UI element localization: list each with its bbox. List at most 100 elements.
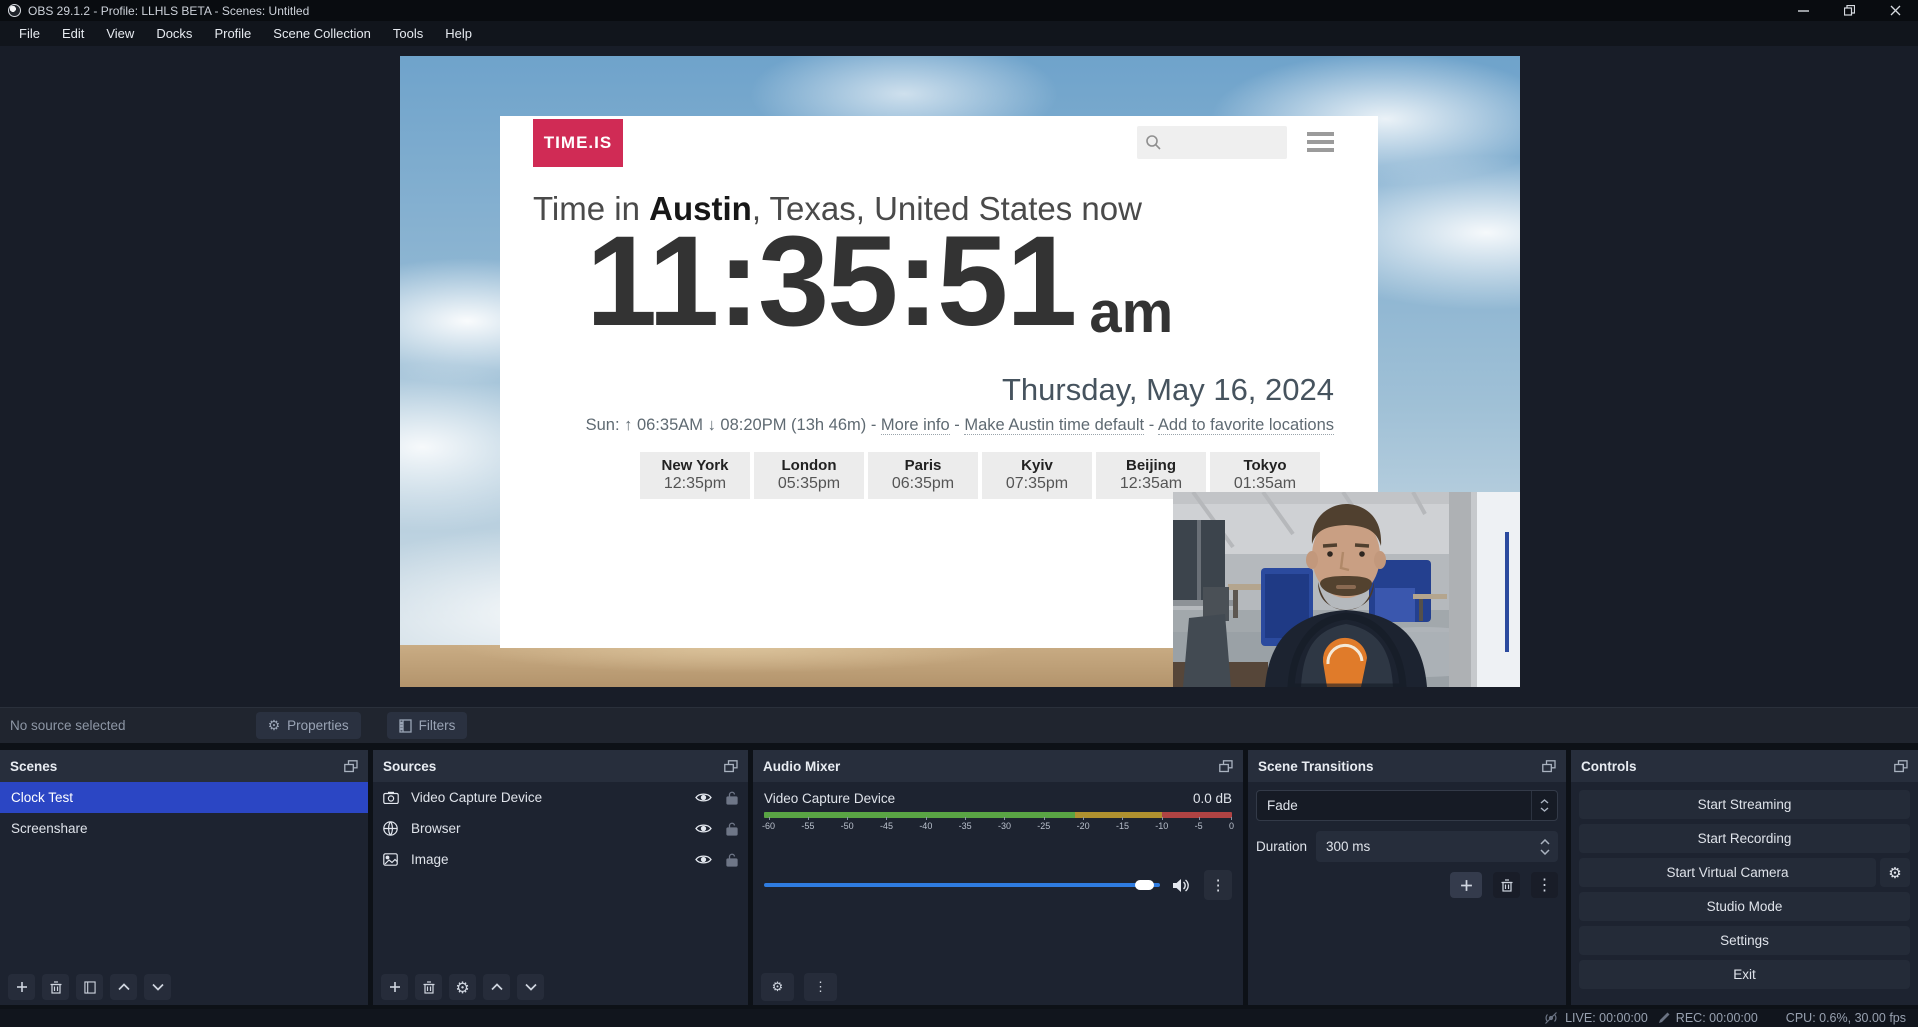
source-properties-button[interactable]: ⚙ xyxy=(449,974,476,1000)
settings-button[interactable]: Settings xyxy=(1579,926,1910,955)
source-item-browser[interactable]: Browser xyxy=(373,813,748,844)
camera-icon xyxy=(383,791,400,804)
volume-slider[interactable] xyxy=(764,883,1160,887)
mixer-channel-menu-button[interactable]: ⋮ xyxy=(1204,870,1232,900)
exit-button[interactable]: Exit xyxy=(1579,960,1910,989)
volume-slider-handle[interactable] xyxy=(1135,880,1154,890)
add-scene-button[interactable] xyxy=(8,974,35,1000)
transition-select[interactable]: Fade xyxy=(1256,790,1558,821)
window-title: OBS 29.1.2 - Profile: LLHLS BETA - Scene… xyxy=(28,4,309,18)
move-source-up-button[interactable] xyxy=(483,974,510,1000)
timeis-logo[interactable]: TIME.IS xyxy=(533,119,623,167)
make-default-link[interactable]: Make Austin time default xyxy=(964,416,1144,435)
menu-scene-collection[interactable]: Scene Collection xyxy=(262,21,382,46)
lock-icon[interactable] xyxy=(726,822,738,836)
live-time: LIVE: 00:00:00 xyxy=(1565,1011,1648,1025)
popout-icon[interactable] xyxy=(724,760,738,773)
visibility-eye-icon[interactable] xyxy=(695,854,712,865)
filters-icon xyxy=(399,719,412,733)
add-transition-button[interactable] xyxy=(1450,872,1482,898)
scene-filters-button[interactable] xyxy=(76,974,103,1000)
close-button[interactable] xyxy=(1872,0,1918,21)
transition-properties-button[interactable]: ⋮ xyxy=(1531,872,1558,898)
remove-source-button[interactable] xyxy=(415,974,442,1000)
search-input[interactable] xyxy=(1137,126,1287,159)
properties-button[interactable]: ⚙ Properties xyxy=(256,712,361,739)
menu-edit[interactable]: Edit xyxy=(51,21,95,46)
city-paris[interactable]: Paris06:35pm xyxy=(868,452,978,499)
record-inactive-icon xyxy=(1658,1012,1670,1024)
webcam-video xyxy=(1173,492,1520,687)
move-scene-down-button[interactable] xyxy=(144,974,171,1000)
city-london[interactable]: London05:35pm xyxy=(754,452,864,499)
remove-transition-button[interactable] xyxy=(1493,872,1520,898)
minimize-button[interactable] xyxy=(1780,0,1826,21)
menu-docks[interactable]: Docks xyxy=(145,21,203,46)
sun-info-line: Sun: ↑ 06:35AM ↓ 08:20PM (13h 46m) - Mor… xyxy=(500,416,1334,435)
source-item-image[interactable]: Image xyxy=(373,844,748,875)
scene-item-screenshare[interactable]: Screenshare xyxy=(0,813,368,844)
add-favorite-link[interactable]: Add to favorite locations xyxy=(1158,416,1334,435)
filters-button[interactable]: Filters xyxy=(387,712,468,739)
spinner-chevrons-icon[interactable] xyxy=(1532,839,1558,855)
context-status-text: No source selected xyxy=(10,718,126,733)
mixer-menu-button[interactable]: ⋮ xyxy=(804,973,837,1001)
city-kyiv[interactable]: Kyiv07:35pm xyxy=(982,452,1092,499)
search-icon xyxy=(1145,134,1162,151)
obs-logo-icon xyxy=(8,4,21,17)
gear-icon: ⚙ xyxy=(268,718,281,734)
advanced-audio-button[interactable]: ⚙ xyxy=(761,973,794,1001)
popout-icon[interactable] xyxy=(1894,760,1908,773)
mixer-level-db: 0.0 dB xyxy=(1193,791,1232,806)
visibility-eye-icon[interactable] xyxy=(695,792,712,803)
scenes-dock-title: Scenes xyxy=(10,759,57,774)
webcam-overlay[interactable] xyxy=(1173,492,1520,687)
scene-transitions-dock: Scene Transitions Fade Duration 300 ms xyxy=(1248,750,1566,1005)
menu-help[interactable]: Help xyxy=(434,21,483,46)
clock-ampm: am xyxy=(1089,284,1173,342)
source-item-video-capture[interactable]: Video Capture Device xyxy=(373,782,748,813)
current-date: Thursday, May 16, 2024 xyxy=(500,372,1334,408)
obs-window: OBS 29.1.2 - Profile: LLHLS BETA - Scene… xyxy=(0,0,1918,1027)
speaker-icon[interactable] xyxy=(1172,878,1190,893)
lock-icon[interactable] xyxy=(726,791,738,805)
visibility-eye-icon[interactable] xyxy=(695,823,712,834)
controls-dock: Controls Start Streaming Start Recording… xyxy=(1571,750,1918,1005)
lock-icon[interactable] xyxy=(726,853,738,867)
mixer-channel-name: Video Capture Device xyxy=(764,791,895,806)
duration-spinner[interactable]: 300 ms xyxy=(1316,831,1558,862)
menu-tools[interactable]: Tools xyxy=(382,21,434,46)
meter-scale: -60-55-50 -45-40-35 -30-25-20 -15-10-5 0 xyxy=(762,821,1234,831)
menu-file[interactable]: File xyxy=(8,21,51,46)
restore-button[interactable] xyxy=(1826,0,1872,21)
virtual-camera-settings-button[interactable]: ⚙ xyxy=(1880,858,1910,887)
audio-mixer-dock: Audio Mixer Video Capture Device 0.0 dB … xyxy=(753,750,1243,1005)
scenes-dock: Scenes Clock Test Screenshare xyxy=(0,750,368,1005)
controls-dock-title: Controls xyxy=(1581,759,1637,774)
program-canvas[interactable]: TIME.IS Time in Austin, Texas, United St… xyxy=(400,56,1520,687)
remove-scene-button[interactable] xyxy=(42,974,69,1000)
clock-time: 11:35:51 xyxy=(586,218,1075,346)
popout-icon[interactable] xyxy=(1542,760,1556,773)
select-chevrons-icon xyxy=(1531,791,1557,820)
scene-item-clock-test[interactable]: Clock Test xyxy=(0,782,368,813)
start-recording-button[interactable]: Start Recording xyxy=(1579,824,1910,853)
more-info-link[interactable]: More info xyxy=(881,416,950,435)
rec-time: REC: 00:00:00 xyxy=(1676,1011,1758,1025)
studio-mode-button[interactable]: Studio Mode xyxy=(1579,892,1910,921)
menu-profile[interactable]: Profile xyxy=(203,21,262,46)
move-scene-up-button[interactable] xyxy=(110,974,137,1000)
start-virtual-camera-button[interactable]: Start Virtual Camera xyxy=(1579,858,1876,887)
popout-icon[interactable] xyxy=(344,760,358,773)
add-source-button[interactable] xyxy=(381,974,408,1000)
menu-view[interactable]: View xyxy=(95,21,145,46)
start-streaming-button[interactable]: Start Streaming xyxy=(1579,790,1910,819)
move-source-down-button[interactable] xyxy=(517,974,544,1000)
duration-label: Duration xyxy=(1256,839,1307,854)
city-newyork[interactable]: New York12:35pm xyxy=(640,452,750,499)
status-bar: LIVE: 00:00:00 REC: 00:00:00 CPU: 0.6%, … xyxy=(0,1009,1918,1027)
clock: 11:35:51 am xyxy=(586,218,1173,346)
sources-dock-title: Sources xyxy=(383,759,436,774)
popout-icon[interactable] xyxy=(1219,760,1233,773)
hamburger-menu-icon[interactable] xyxy=(1307,132,1334,152)
